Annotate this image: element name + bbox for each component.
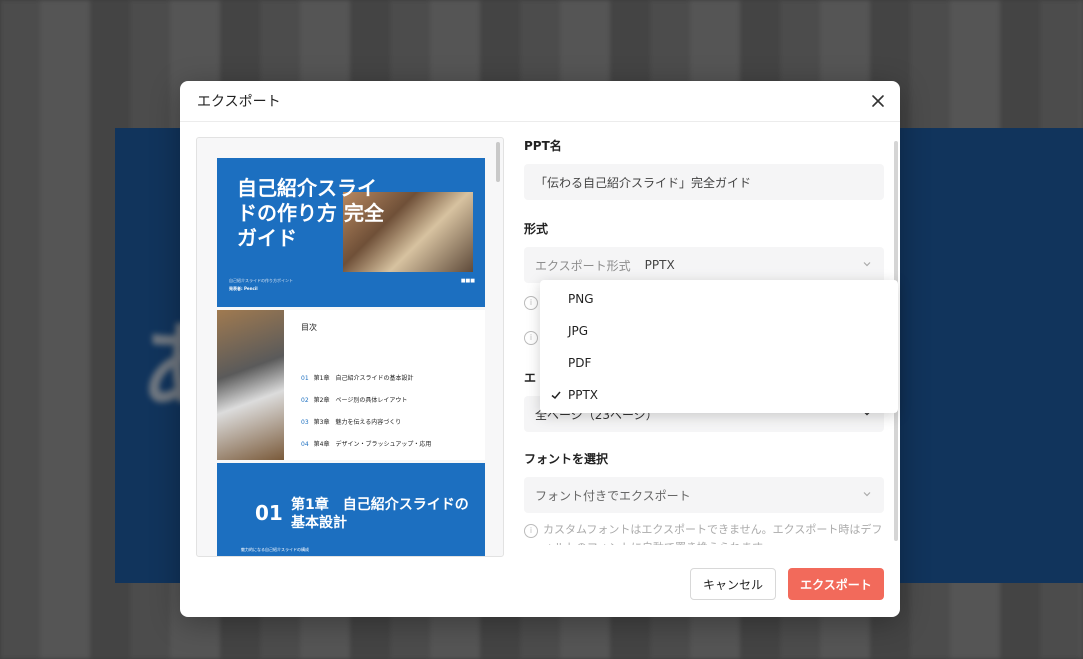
toc-item: 02 第2章 ページ別の具体レイアウト xyxy=(301,397,408,404)
toc-list: 01 第1章 自己紹介スライドの基本設計 02 第2章 ページ別の具体レイアウト 0… xyxy=(301,368,431,456)
dialog-header: エクスポート xyxy=(180,81,900,122)
slide-thumbnail-1: 自己紹介スライドの作り方 完全ガイド 自己紹介スライドの作り方ポイント 発表者:… xyxy=(217,158,485,307)
ppt-name-input[interactable]: 「伝わる自己紹介スライド」完全ガイド xyxy=(524,164,884,200)
slide-photo xyxy=(217,310,284,460)
format-option-jpg[interactable]: JPG xyxy=(540,315,898,347)
format-label: 形式 xyxy=(524,222,549,236)
info-icon: i xyxy=(524,296,538,310)
cancel-button[interactable]: キャンセル xyxy=(690,568,776,600)
toc-title: 目次 xyxy=(301,323,317,332)
check-icon xyxy=(551,391,561,400)
font-info-row: i カスタムフォントはエクスポートできません。エクスポート時はデフォルトのフォン… xyxy=(524,521,884,545)
font-select[interactable]: フォント付きでエクスポート xyxy=(524,477,884,513)
format-dropdown-menu: PNG JPG PDF PPTX xyxy=(540,280,898,413)
ppt-name-value: 「伝わる自己紹介スライド」完全ガイド xyxy=(535,175,752,190)
slide-thumbnail-3: 01 第1章 自己紹介スライドの基本設計 魅力的になる自己紹介スライドの構成 xyxy=(217,463,485,556)
slide-thumbnail-2: 目次 01 第1章 自己紹介スライドの基本設計 02 第2章 ページ別の具体レイアウ… xyxy=(217,310,485,460)
ppt-name-label: PPT名 xyxy=(524,139,562,153)
format-option-png[interactable]: PNG xyxy=(540,283,898,315)
font-value: フォント付きでエクスポート xyxy=(535,488,691,503)
toc-item: 03 第3章 魅力を伝える内容づくり xyxy=(301,419,402,426)
format-value: PPTX xyxy=(644,258,675,272)
info-icon: i xyxy=(524,524,538,538)
slide-author: 発表者: Pencil xyxy=(229,286,258,291)
format-option-pptx[interactable]: PPTX xyxy=(540,379,898,411)
slide-title: 自己紹介スライドの作り方 完全ガイド xyxy=(237,176,384,250)
format-select[interactable]: エクスポート形式 PPTX xyxy=(524,247,884,283)
chapter-title: 第1章 自己紹介スライドの基本設計 xyxy=(291,497,469,531)
toc-item: 04 第4章 デザイン・ブラッシュアップ・応用 xyxy=(301,441,432,448)
slide-dots: ■■■ xyxy=(460,278,475,284)
toc-item: 01 第1章 自己紹介スライドの基本設計 xyxy=(301,375,414,382)
font-label: フォントを選択 xyxy=(524,452,609,466)
dialog-title: エクスポート xyxy=(197,94,281,110)
chapter-number: 01 xyxy=(255,501,283,525)
close-button[interactable] xyxy=(868,91,888,111)
chapter-subtitle: 魅力的になる自己紹介スライドの構成 xyxy=(241,547,309,552)
format-prefix: エクスポート形式 xyxy=(535,258,631,273)
chevron-down-icon xyxy=(863,262,871,267)
slide-subtitle: 自己紹介スライドの作り方ポイント xyxy=(229,278,293,283)
format-option-pdf[interactable]: PDF xyxy=(540,347,898,379)
slide-preview-panel[interactable]: 自己紹介スライドの作り方 完全ガイド 自己紹介スライドの作り方ポイント 発表者:… xyxy=(196,137,504,557)
export-button[interactable]: エクスポート xyxy=(788,568,884,600)
close-icon xyxy=(872,95,884,107)
font-info-text: カスタムフォントはエクスポートできません。エクスポート時はデフォルトのフォントに… xyxy=(543,523,883,545)
info-icon: i xyxy=(524,331,538,345)
preview-scrollbar[interactable] xyxy=(496,142,500,182)
chevron-down-icon xyxy=(863,492,871,497)
